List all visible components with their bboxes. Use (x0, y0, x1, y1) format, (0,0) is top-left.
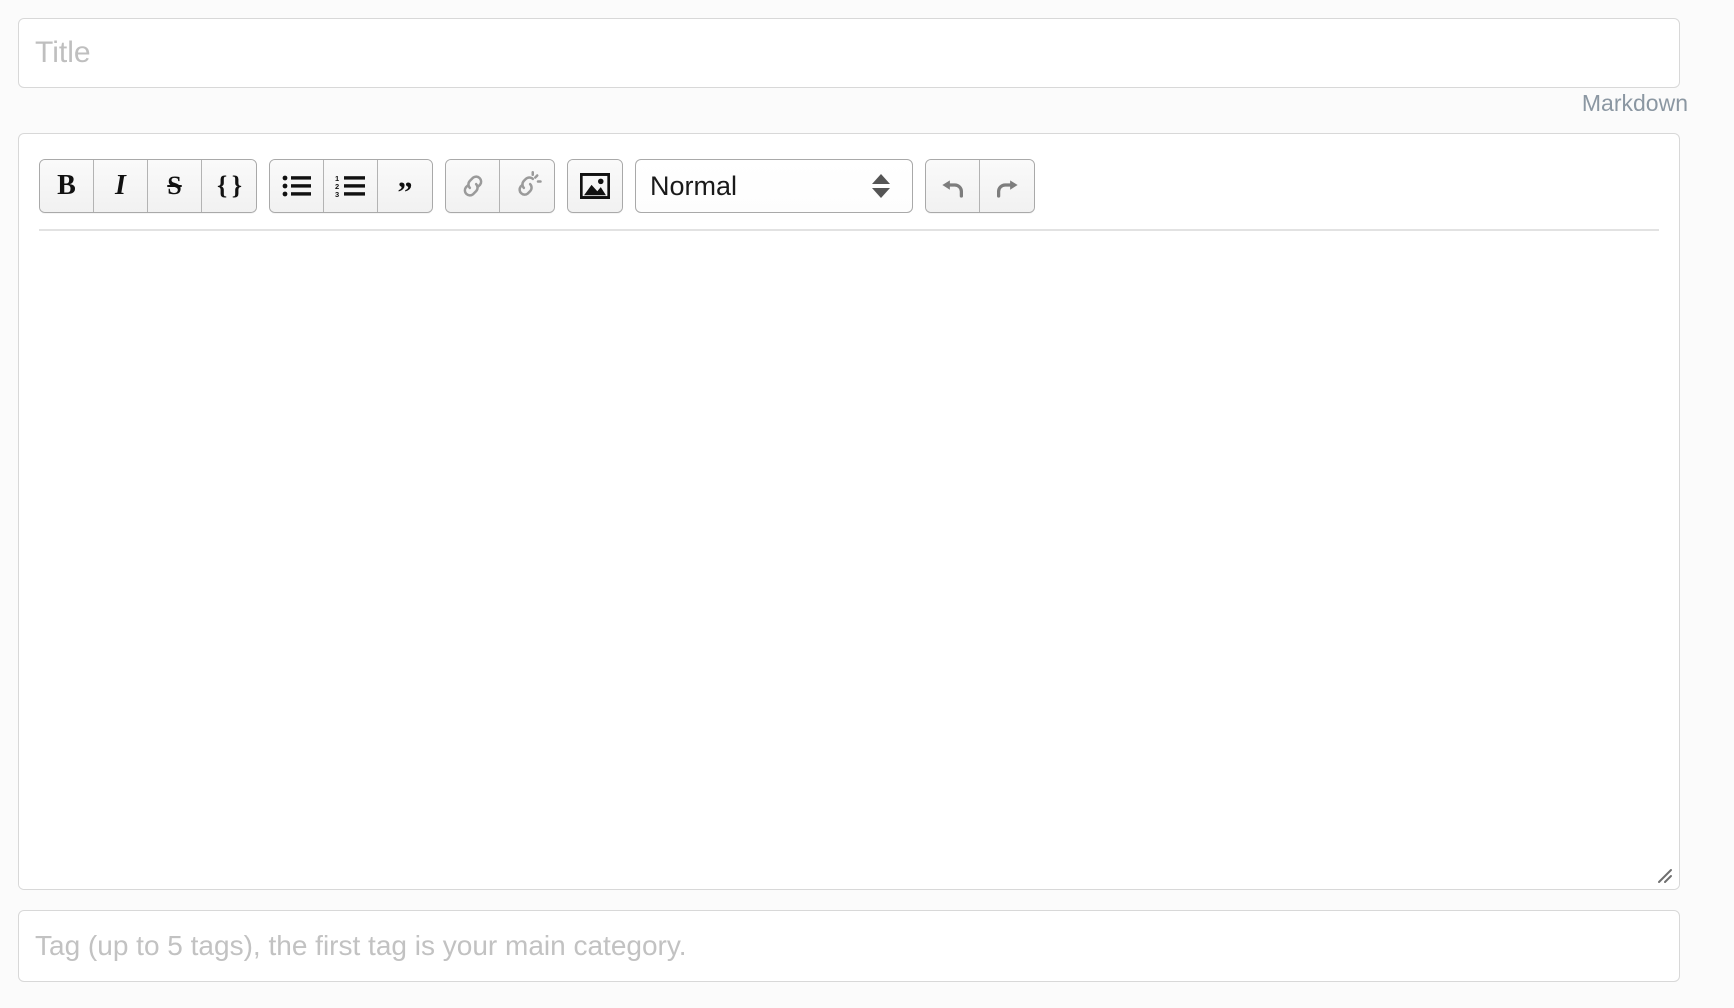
svg-text:3: 3 (335, 190, 339, 198)
format-select[interactable]: Normal (635, 159, 913, 213)
toolbar-group-lists: 1 2 3 ” (269, 159, 433, 213)
code-button[interactable]: { } (202, 160, 256, 212)
tag-input-placeholder: Tag (up to 5 tags), the first tag is you… (35, 930, 687, 961)
redo-button[interactable] (980, 160, 1034, 212)
numbered-list-button[interactable]: 1 2 3 (324, 160, 378, 212)
italic-icon: I (115, 170, 126, 201)
toolbar-group-text-style: B I S { } (39, 159, 257, 213)
strikethrough-button[interactable]: S (148, 160, 202, 212)
title-input-placeholder: Title (35, 36, 91, 69)
image-icon (580, 173, 610, 199)
editor-toolbar: B I S { } 1 2 3 ” Normal (39, 159, 1035, 213)
image-button[interactable] (568, 160, 622, 212)
rich-text-editor: B I S { } 1 2 3 ” Normal (18, 133, 1680, 890)
italic-button[interactable]: I (94, 160, 148, 212)
bullet-list-icon (282, 174, 312, 198)
bullet-list-button[interactable] (270, 160, 324, 212)
link-button[interactable] (446, 160, 500, 212)
strikethrough-icon: S (167, 171, 182, 200)
numbered-list-icon: 1 2 3 (335, 174, 367, 198)
editor-mode-label[interactable]: Markdown (1582, 90, 1688, 117)
toolbar-divider (39, 229, 1659, 231)
chevron-down-icon (872, 188, 890, 198)
bold-button[interactable]: B (40, 160, 94, 212)
resize-grip-icon[interactable] (1651, 862, 1673, 884)
unlink-icon (512, 171, 542, 201)
format-select-value: Normal (650, 170, 738, 201)
unlink-button[interactable] (500, 160, 554, 212)
post-editor-page: Title Markdown B I S { } 1 2 3 ” Normal … (0, 0, 1734, 1008)
blockquote-button[interactable]: ” (378, 160, 432, 212)
toolbar-group-links (445, 159, 555, 213)
updown-stepper-icon[interactable] (872, 174, 890, 198)
title-input[interactable]: Title (18, 18, 1680, 88)
bold-icon: B (57, 170, 76, 201)
toolbar-group-media (567, 159, 623, 213)
toolbar-group-history (925, 159, 1035, 213)
link-icon (458, 171, 488, 201)
editor-content-area[interactable] (19, 234, 1679, 889)
tag-input[interactable]: Tag (up to 5 tags), the first tag is you… (18, 910, 1680, 982)
undo-button[interactable] (926, 160, 980, 212)
code-braces-icon: { } (217, 171, 242, 200)
undo-icon (937, 171, 969, 201)
quote-icon: ” (397, 176, 413, 209)
redo-icon (991, 171, 1023, 201)
chevron-up-icon (872, 174, 890, 184)
